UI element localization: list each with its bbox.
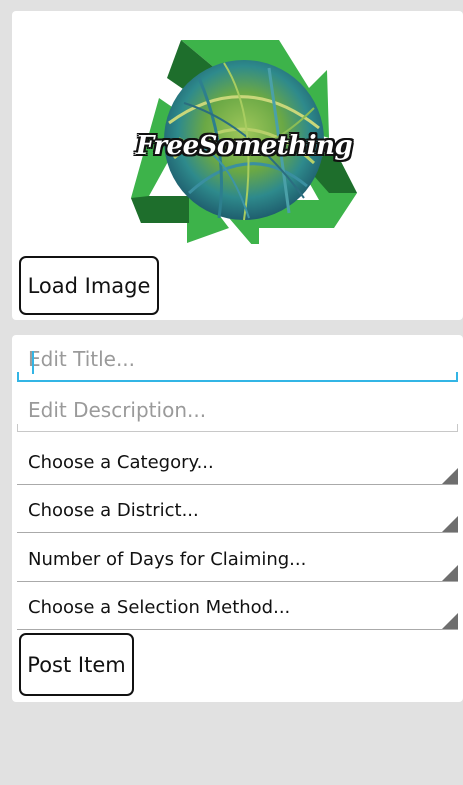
image-card: FreeSomething Load Image [12, 11, 463, 320]
post-item-button[interactable]: Post Item [19, 633, 134, 696]
dropdown-triangle-icon [442, 565, 458, 581]
category-spinner[interactable]: Choose a Category... [17, 441, 458, 485]
district-spinner[interactable]: Choose a District... [17, 489, 458, 533]
category-spinner-label: Choose a Category... [28, 452, 214, 473]
description-placeholder: Edit Description... [28, 397, 207, 422]
dropdown-triangle-icon [442, 613, 458, 629]
text-cursor [32, 351, 34, 374]
district-spinner-label: Choose a District... [28, 500, 199, 521]
dropdown-triangle-icon [442, 468, 458, 484]
freesomething-logo: FreeSomething [129, 28, 359, 253]
logo-text: FreeSomething [135, 131, 353, 161]
claiming-days-spinner-label: Number of Days for Claiming... [28, 549, 307, 570]
selection-method-spinner-label: Choose a Selection Method... [28, 597, 291, 618]
selection-method-spinner[interactable]: Choose a Selection Method... [17, 586, 458, 630]
title-input[interactable]: Edit Title... [17, 338, 458, 382]
dropdown-triangle-icon [442, 516, 458, 532]
load-image-button[interactable]: Load Image [19, 256, 159, 315]
title-placeholder: Edit Title... [28, 347, 136, 371]
claiming-days-spinner[interactable]: Number of Days for Claiming... [17, 538, 458, 582]
post-form-card: Edit Title... Edit Description... Choose… [12, 335, 463, 702]
description-input[interactable]: Edit Description... [17, 388, 458, 432]
